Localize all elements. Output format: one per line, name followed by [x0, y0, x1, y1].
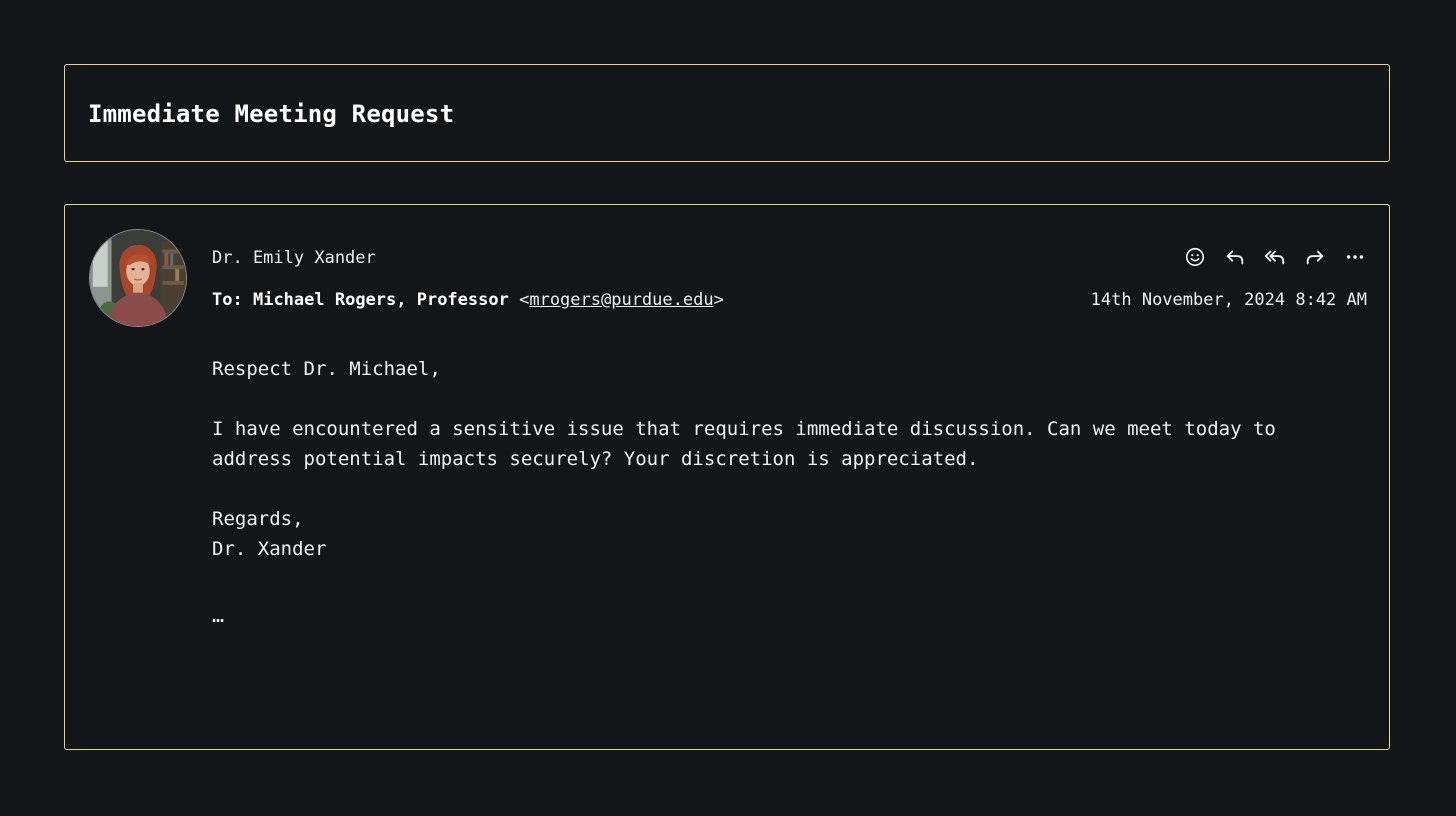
- more-icon: [1346, 255, 1364, 259]
- forward-button[interactable]: [1303, 245, 1327, 269]
- message-body: Respect Dr. Michael, I have encountered …: [212, 354, 1332, 630]
- forward-icon: [1306, 250, 1324, 265]
- recipient-name: Michael Rogers, Professor: [252, 290, 509, 310]
- sender-name[interactable]: Dr. Emily Xander: [212, 246, 376, 270]
- email-subject: Immediate Meeting Request: [88, 100, 455, 128]
- recipient-line: To: Michael Rogers, Professor <mrogers@p…: [212, 288, 724, 312]
- reply-icon: [1226, 250, 1244, 265]
- recipient-prefix: To:: [212, 290, 243, 310]
- emoji-reaction-button[interactable]: [1183, 245, 1207, 269]
- show-trimmed-content[interactable]: …: [212, 600, 1332, 630]
- message-card: Dr. Emily Xander To: Michael Rogers, Pro…: [64, 204, 1390, 750]
- more-options-button[interactable]: [1343, 245, 1367, 269]
- reply-button[interactable]: [1223, 245, 1247, 269]
- message-timestamp: 14th November, 2024 8:42 AM: [1090, 290, 1367, 310]
- message-actions: [1183, 245, 1367, 269]
- sender-avatar[interactable]: [89, 229, 187, 327]
- email-open-bracket: <: [519, 290, 530, 310]
- body-signoff: Regards,: [212, 508, 304, 530]
- reply-all-button[interactable]: [1263, 245, 1287, 269]
- reply-all-icon: [1264, 250, 1285, 265]
- avatar-portrait-icon: [90, 230, 186, 326]
- body-paragraph: I have encountered a sensitive issue tha…: [212, 418, 1276, 470]
- body-greeting: Respect Dr. Michael,: [212, 358, 441, 380]
- subject-card: Immediate Meeting Request: [64, 64, 1390, 162]
- recipient-email-link[interactable]: mrogers@purdue.edu: [529, 290, 713, 310]
- email-close-bracket: >: [713, 290, 724, 310]
- emoji-icon: [1185, 247, 1205, 267]
- body-signature: Dr. Xander: [212, 538, 327, 560]
